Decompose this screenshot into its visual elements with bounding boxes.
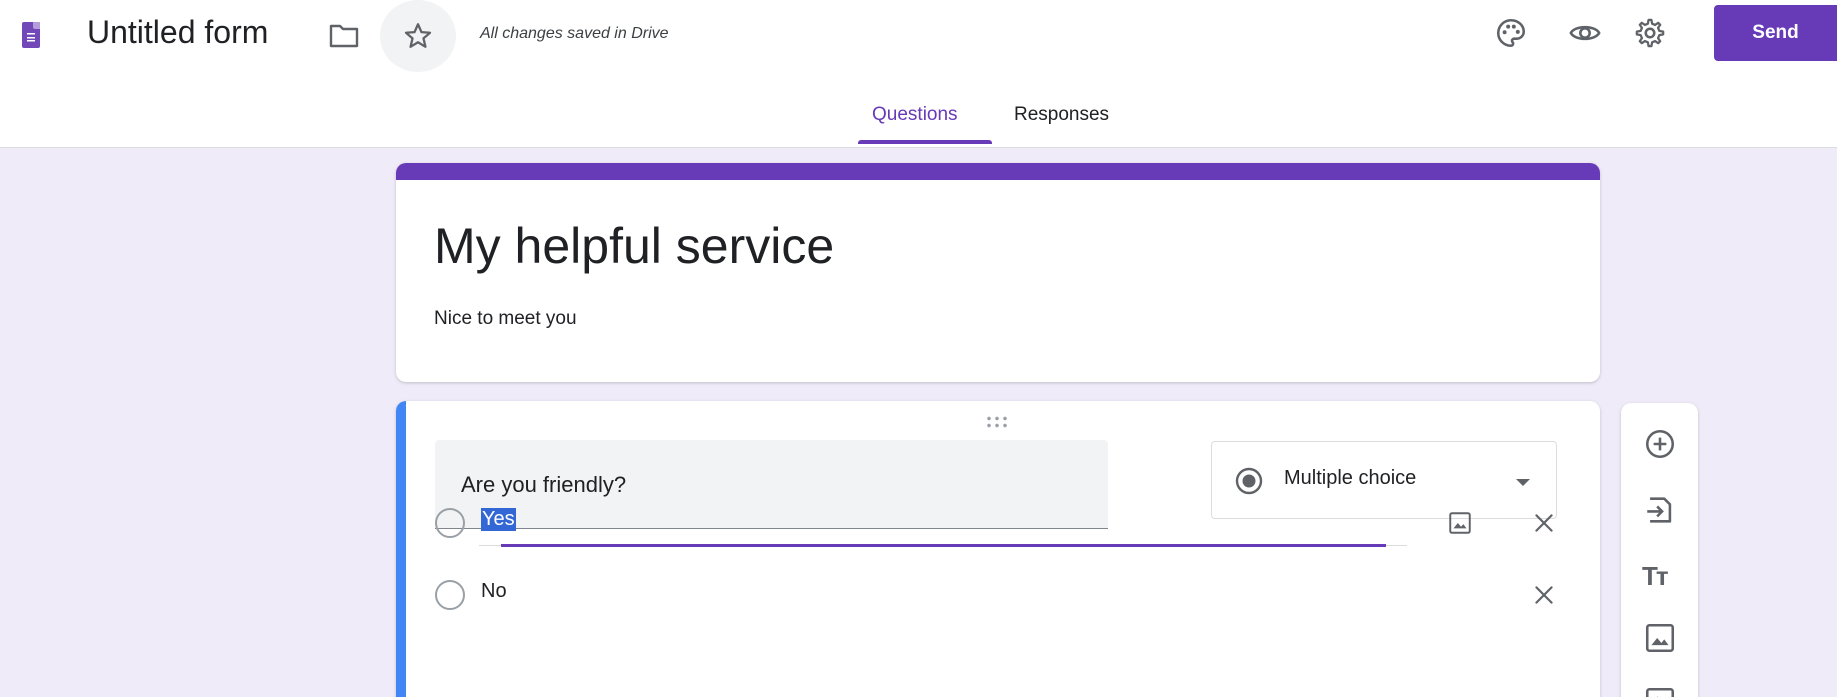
forms-app-icon[interactable] [22, 22, 40, 48]
focus-indicator [396, 401, 406, 697]
option-radio [435, 508, 465, 538]
add-image-icon[interactable] [1447, 510, 1473, 536]
form-header-card[interactable]: My helpful service Nice to meet you [396, 163, 1600, 382]
dropdown-arrow-icon [1516, 479, 1530, 486]
tab-bar: Questions Responses [0, 90, 1837, 148]
tab-responses[interactable]: Responses [1014, 104, 1109, 126]
floating-toolbar: Tт [1621, 403, 1698, 697]
tab-questions[interactable]: Questions [872, 104, 958, 126]
add-image-icon[interactable] [1643, 621, 1677, 655]
option-row[interactable]: No [435, 568, 1555, 618]
palette-icon[interactable] [1494, 16, 1528, 50]
add-title-icon[interactable]: Tт [1642, 561, 1669, 592]
send-button[interactable]: Send [1714, 5, 1837, 61]
form-title[interactable]: My helpful service [434, 217, 834, 275]
question-title-text: Are you friendly? [461, 472, 627, 497]
folder-icon[interactable] [328, 22, 360, 50]
remove-option-icon[interactable] [1531, 510, 1557, 536]
import-questions-icon[interactable] [1643, 493, 1677, 527]
star-icon [404, 23, 432, 48]
radio-checked-icon [1235, 467, 1263, 495]
gear-icon[interactable] [1633, 16, 1667, 50]
form-description[interactable]: Nice to meet you [434, 308, 577, 330]
form-accent-bar [396, 163, 1600, 180]
remove-option-icon[interactable] [1531, 582, 1557, 608]
option-radio [435, 580, 465, 610]
drag-handle-icon[interactable] [985, 415, 1011, 429]
question-card[interactable]: Are you friendly? Multiple choice Yes No [396, 401, 1600, 697]
top-bar: Untitled form All changes saved in Drive… [0, 0, 1837, 148]
add-video-icon[interactable] [1643, 685, 1677, 697]
add-question-icon[interactable] [1643, 427, 1677, 461]
document-title[interactable]: Untitled form [87, 14, 268, 51]
star-button[interactable] [380, 0, 456, 72]
question-type-label: Multiple choice [1284, 467, 1417, 489]
eye-icon[interactable] [1568, 16, 1602, 50]
option-label[interactable]: Yes [481, 508, 516, 531]
option-label[interactable]: No [481, 580, 507, 603]
active-tab-indicator [858, 140, 992, 144]
option-row[interactable]: Yes [435, 496, 1557, 547]
save-status: All changes saved in Drive [480, 25, 669, 42]
option-input-focus-line [501, 544, 1386, 547]
